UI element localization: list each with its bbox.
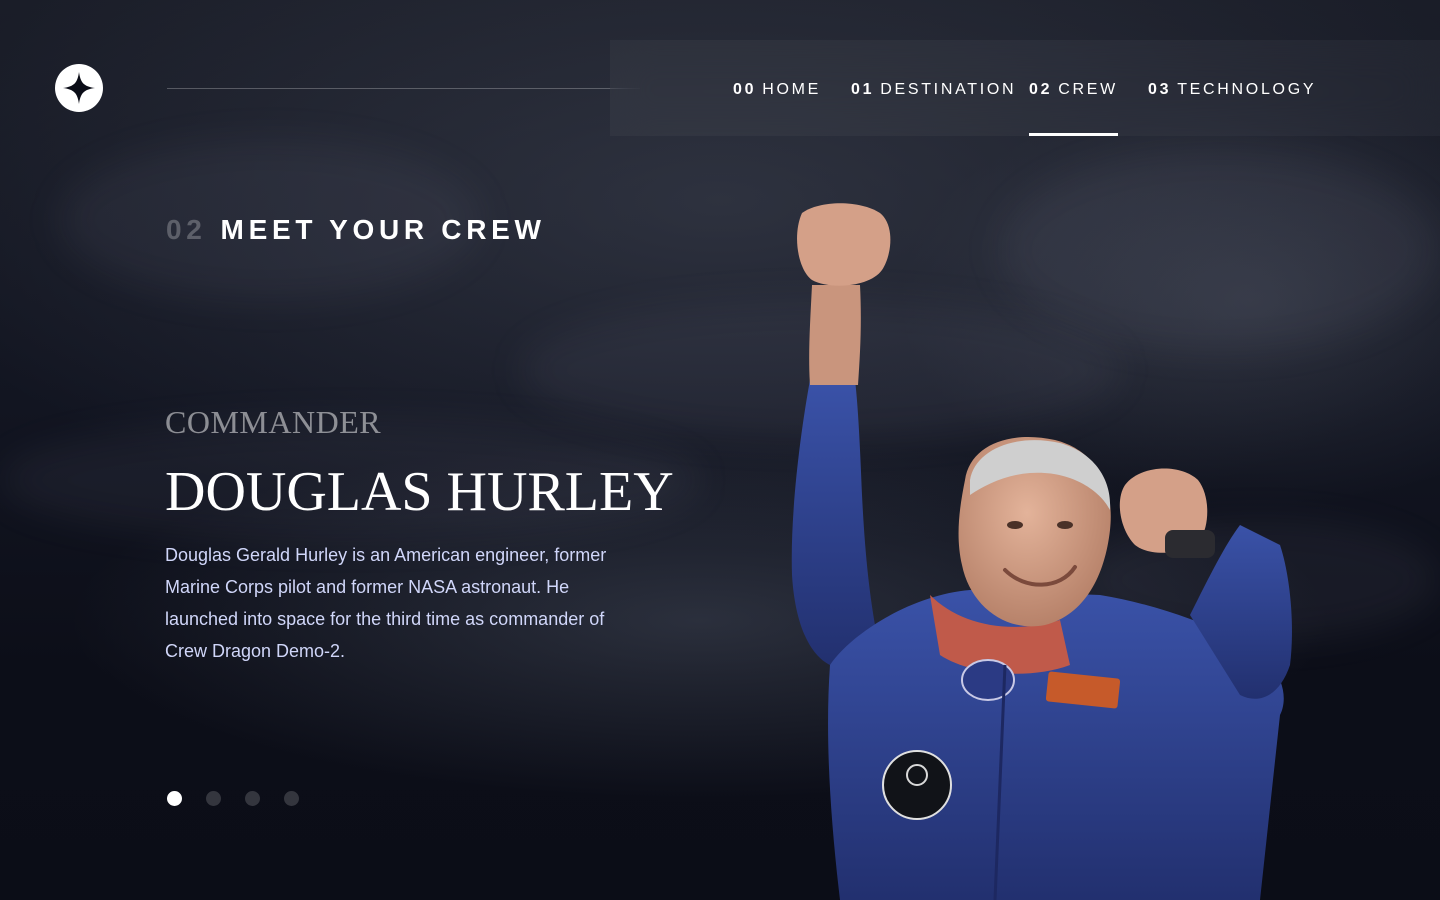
primary-nav: 00 HOME 01 DESTINATION 02 CREW 03 TECHNOLOGY — [610, 40, 1440, 136]
nav-item-number: 00 — [733, 81, 757, 98]
nav-item-number: 01 — [851, 81, 875, 98]
page-heading-number: 02 — [166, 214, 207, 245]
pagination-dot-2[interactable] — [206, 791, 221, 806]
nav-item-number: 02 — [1029, 81, 1053, 98]
nav-item-crew[interactable]: 02 CREW — [1029, 40, 1118, 136]
pagination-dot-3[interactable] — [245, 791, 260, 806]
nav-item-technology[interactable]: 03 TECHNOLOGY — [1148, 40, 1316, 136]
nav-item-destination[interactable]: 01 DESTINATION — [851, 40, 1016, 136]
nav-item-label: TECHNOLOGY — [1177, 81, 1317, 98]
star-logo-icon[interactable] — [55, 64, 103, 112]
nav-item-home[interactable]: 00 HOME — [733, 40, 821, 136]
crew-name: DOUGLAS HURLEY — [165, 461, 674, 523]
pagination-dot-1[interactable] — [167, 791, 182, 806]
crew-bio: Douglas Gerald Hurley is an American eng… — [165, 545, 607, 661]
nav-item-number: 03 — [1148, 81, 1172, 98]
crew-role: COMMANDER — [165, 404, 382, 440]
nav-item-label: DESTINATION — [880, 81, 1017, 98]
nav-item-label: CREW — [1058, 81, 1118, 98]
crew-portrait-image — [791, 203, 1292, 900]
nav-item-label: HOME — [762, 81, 822, 98]
header-divider — [167, 88, 640, 89]
page-heading-title: MEET YOUR CREW — [220, 214, 546, 245]
crew-pagination — [167, 791, 299, 806]
pagination-dot-4[interactable] — [284, 791, 299, 806]
page-heading: 02 MEET YOUR CREW — [166, 214, 546, 246]
